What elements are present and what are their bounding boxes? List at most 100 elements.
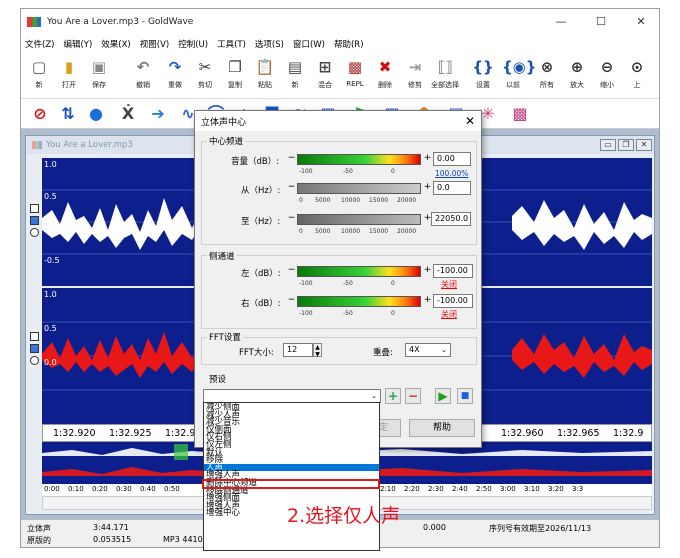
zoom-in-button[interactable]: ⊕ 放大 — [563, 56, 591, 96]
new-file-button[interactable]: ▢ 新 — [25, 56, 53, 96]
preset-select[interactable]: ⌄ — [203, 389, 381, 403]
dialog-close-icon[interactable]: ✕ — [465, 114, 475, 128]
help-button[interactable]: 帮助 — [409, 419, 475, 437]
menu-help[interactable]: 帮助(R) — [334, 38, 364, 50]
copy-button[interactable]: ❐ 复制 — [221, 56, 249, 96]
volume-increase-button[interactable]: + — [423, 154, 432, 165]
preset-option[interactable]: 移除 — [204, 456, 379, 464]
close-button[interactable]: ✕ — [621, 9, 661, 35]
stop-icon[interactable]: ■ — [457, 388, 473, 404]
channel-solo-radio-bottom[interactable] — [30, 356, 39, 365]
remove-preset-button[interactable]: − — [405, 388, 421, 404]
paste-new-button[interactable]: ▤ 新 — [281, 56, 309, 96]
minimize-button[interactable]: — — [541, 9, 581, 35]
menu-options[interactable]: 选项(S) — [255, 38, 284, 50]
maximize-button[interactable]: ☐ — [581, 9, 621, 35]
previous-button[interactable]: {◉} 以前 — [499, 56, 536, 96]
time-tick: 1:32.920 — [53, 428, 96, 439]
fft-size-spinner[interactable]: ▲ ▼ — [313, 343, 322, 358]
child-minimize-button[interactable]: ▭ — [600, 139, 616, 151]
volume-percent-link[interactable]: 100.00% — [435, 169, 468, 178]
menu-effect[interactable]: 效果(X) — [101, 38, 130, 50]
trim-button[interactable]: ⇥ 修剪 — [401, 56, 429, 96]
play-icon[interactable]: ▶ — [435, 388, 451, 404]
channel-enabled-checkbox-bottom[interactable] — [30, 344, 39, 353]
child-restore-button[interactable]: ❐ — [618, 139, 634, 151]
paste-new-icon: ▤ — [287, 58, 303, 76]
color-icon[interactable]: ▩ — [509, 103, 531, 125]
left-value-field[interactable]: -100.00 — [433, 264, 473, 278]
right-off-link[interactable]: 关闭 — [441, 309, 457, 320]
menu-tools[interactable]: 工具(T) — [217, 38, 246, 50]
to-decrease-button[interactable]: − — [287, 214, 296, 225]
status-duration: 3:44.171 — [93, 523, 129, 532]
menu-window[interactable]: 窗口(W) — [293, 38, 325, 50]
zoom-out-button[interactable]: ⊖ 缩小 — [593, 56, 621, 96]
time-tick: 1:32.925 — [109, 428, 152, 439]
toolbar-label: 新 — [291, 81, 299, 89]
left-off-link[interactable]: 关闭 — [441, 279, 457, 290]
right-slider[interactable] — [297, 296, 421, 307]
from-decrease-button[interactable]: − — [287, 183, 296, 194]
set-button[interactable]: {} 设置 — [469, 56, 497, 96]
status-license: 序列号有效期至2026/11/13 — [489, 524, 592, 533]
select-all-button[interactable]: ⟦⟧ 全部选择 — [431, 56, 459, 96]
overview-time-tick: 2:50 — [476, 485, 492, 493]
overview-time-tick: 2:40 — [452, 485, 468, 493]
zoom-all-button[interactable]: ⊗ 所有 — [533, 56, 561, 96]
from-increase-button[interactable]: + — [423, 183, 432, 194]
menu-file[interactable]: 文件(Z) — [25, 38, 54, 50]
right-decrease-button[interactable]: − — [287, 296, 296, 307]
arrow-icon[interactable]: ➔ — [147, 103, 169, 125]
channel-select-checkbox-top[interactable] — [30, 204, 39, 213]
right-value-field[interactable]: -100.00 — [433, 294, 473, 308]
volume-decrease-button[interactable]: − — [287, 154, 296, 165]
title-bar: You Are a Lover.mp3 - GoldWave — ☐ ✕ — [21, 9, 659, 35]
mix-button[interactable]: ⊞ 混合 — [311, 56, 339, 96]
undo-icon: ↶ — [136, 58, 150, 76]
left-decrease-button[interactable]: − — [287, 266, 296, 277]
right-wave-shape-b — [512, 334, 652, 378]
channel-enabled-checkbox-top[interactable] — [30, 216, 39, 225]
menu-view[interactable]: 视图(V) — [140, 38, 169, 50]
channel-solo-radio-top[interactable] — [30, 228, 39, 237]
to-value-field[interactable]: 22050.0 — [431, 212, 471, 226]
delete-icon: ✖ — [378, 58, 392, 76]
stop-icon[interactable]: ⊘ — [29, 103, 51, 125]
right-increase-button[interactable]: + — [423, 296, 432, 307]
to-scale-1: 5000 — [315, 228, 331, 235]
arrows-icon[interactable]: ⇅ — [57, 103, 79, 125]
cut-button[interactable]: ✂ 剪切 — [191, 56, 219, 96]
add-preset-button[interactable]: + — [385, 388, 401, 404]
overview-time-tick: 0:40 — [140, 485, 156, 493]
menu-control[interactable]: 控制(U) — [178, 38, 208, 50]
left-increase-button[interactable]: + — [423, 266, 432, 277]
menu-edit[interactable]: 编辑(Y) — [63, 38, 92, 50]
to-slider[interactable] — [297, 214, 421, 225]
save-button[interactable]: ▣ 保存 — [85, 56, 113, 96]
chevron-down-icon: ⌄ — [441, 346, 447, 354]
highlight-box — [202, 479, 380, 489]
channel-select-checkbox-bottom[interactable] — [30, 332, 39, 341]
xy-icon[interactable]: Ẋ — [117, 103, 139, 125]
delete-button[interactable]: ✖ 删除 — [371, 56, 399, 96]
from-slider[interactable] — [297, 183, 421, 194]
overlap-select[interactable]: 4X ⌄ — [405, 343, 451, 357]
from-value-field[interactable]: 0.0 — [433, 181, 471, 195]
redo-button[interactable]: ↷ 重做 — [161, 56, 189, 96]
undo-button[interactable]: ↶ 撤销 — [129, 56, 157, 96]
sphere-icon[interactable]: ● — [85, 103, 107, 125]
replace-button[interactable]: ▩ REPL — [341, 56, 369, 96]
preset-dropdown-list[interactable]: 减少侧面 减少人声 减少音乐 仅侧面 仅右侧 仅左侧 默认 移除 人声 增强人声 删除中心频道 移除侧… — [203, 402, 380, 551]
right-scale-min: -100 — [299, 310, 313, 317]
paste-button[interactable]: 📋 粘贴 — [251, 56, 279, 96]
fft-size-field[interactable]: 12 — [283, 343, 313, 357]
preset-option[interactable]: 仅左侧 — [204, 441, 379, 449]
up-button[interactable]: ⊙ 上 — [623, 56, 651, 96]
left-slider[interactable] — [297, 266, 421, 277]
volume-value-field[interactable]: 0.00 — [433, 152, 471, 166]
child-close-button[interactable]: ✕ — [636, 139, 652, 151]
right-label: 右（dB）: — [241, 299, 281, 309]
volume-slider[interactable] — [297, 154, 421, 165]
open-folder-button[interactable]: ▮ 打开 — [55, 56, 83, 96]
